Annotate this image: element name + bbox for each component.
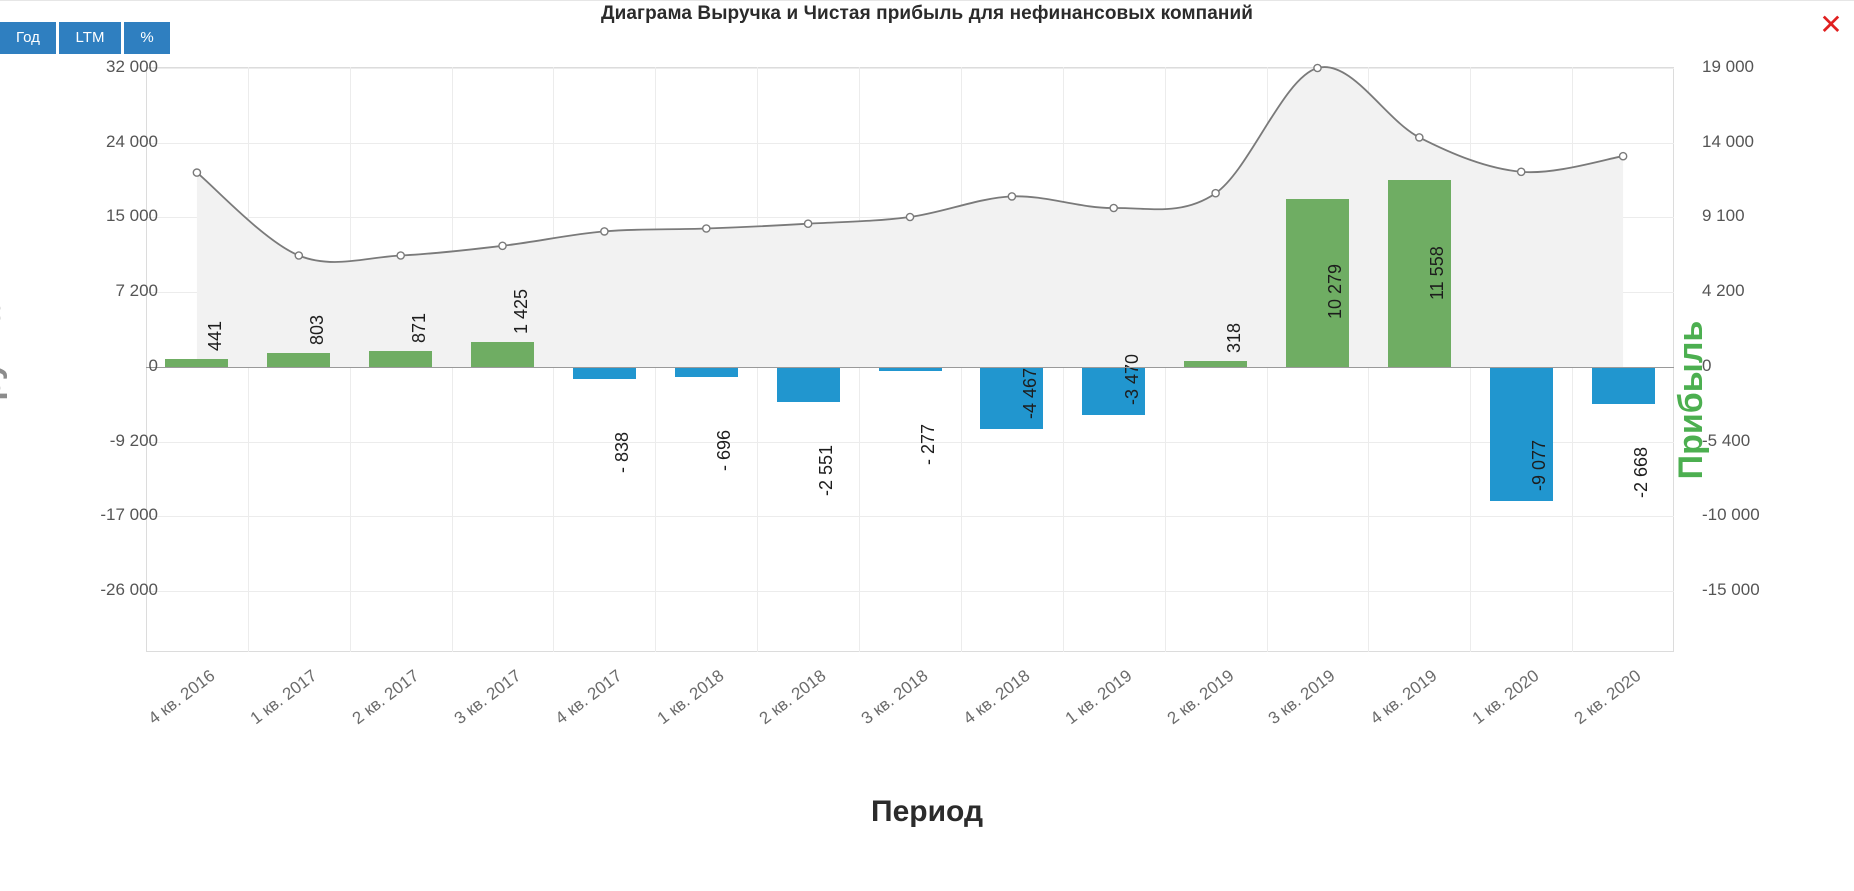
plot-right-border [1673,67,1674,652]
gridline-vertical [1572,67,1573,652]
y-tick-label-secondary: 4 200 [1702,281,1745,300]
revenue-data-point[interactable] [803,219,813,228]
revenue-data-point[interactable] [1415,133,1424,142]
x-axis-label: Период [871,795,983,828]
bar-value-label: - 696 [714,429,734,471]
bar-value-label: -4 467 [1020,367,1040,419]
gridline-vertical [655,67,656,652]
period-toggle-group: Год LTM % [0,22,170,54]
bar[interactable] [777,367,840,402]
tab-ltm[interactable]: LTM [59,22,121,54]
y-tick-label-primary: -26 000 [100,580,158,599]
y-axis-label-secondary: Прибыль [1672,320,1710,480]
bar[interactable] [471,342,534,367]
gridline-vertical [1063,67,1064,652]
gridline-horizontal [146,591,1674,592]
gridline-horizontal [146,442,1674,443]
y-tick-label-secondary: 0 [1702,356,1712,375]
bar[interactable] [165,359,228,367]
bar-value-label: 318 [1224,322,1244,353]
y-tick-label-primary: 32 000 [106,57,158,76]
y-tick-label-secondary: 9 100 [1702,206,1745,225]
gridline-vertical [350,67,351,652]
bar[interactable] [369,351,432,367]
y-tick-label-primary: 15 000 [106,206,158,225]
tab-year[interactable]: Год [0,22,56,54]
y-axis-label-primary: Выручка [0,305,8,455]
chart-window: Диаграма Выручка и Чистая прибыль для не… [0,0,1854,891]
gridline-horizontal [146,68,1674,69]
bar[interactable] [573,367,636,379]
tab-percent[interactable]: % [124,22,170,54]
gridline-vertical [452,67,453,652]
bar-value-label: -2 551 [816,444,836,496]
revenue-data-point[interactable] [294,251,304,260]
gridline-vertical [553,67,554,652]
y-tick-label-secondary: 19 000 [1702,57,1754,76]
revenue-data-point[interactable] [192,168,202,177]
window-top-divider [0,0,1854,1]
revenue-data-point[interactable] [702,224,711,233]
gridline-horizontal [146,143,1674,144]
y-tick-label-secondary: -5 400 [1702,431,1751,450]
revenue-data-point[interactable] [1007,192,1017,201]
revenue-data-point[interactable] [498,241,507,251]
gridline-vertical [757,67,758,652]
bar-value-label: -9 077 [1529,439,1549,491]
revenue-data-point[interactable] [1618,151,1628,161]
y-tick-label-primary: -17 000 [100,505,158,524]
bar-value-label: 441 [205,320,225,351]
gridline-vertical [1165,67,1166,652]
bar-value-label: 803 [307,314,327,345]
revenue-data-point[interactable] [1211,188,1220,198]
gridline-horizontal [146,516,1674,517]
revenue-data-point[interactable] [1109,203,1119,213]
gridline-vertical [1470,67,1471,652]
close-icon[interactable]: ✕ [1818,11,1844,39]
plot-left-border [146,67,147,652]
y-tick-label-primary: 24 000 [106,132,158,151]
gridline-vertical [1368,67,1369,652]
gridline-vertical [248,67,249,652]
bar-value-label: - 838 [612,431,632,473]
page-title: Диаграма Выручка и Чистая прибыль для не… [600,3,1254,24]
bar-value-label: 11 558 [1427,246,1447,300]
y-tick-label-secondary: -10 000 [1702,505,1760,524]
y-tick-label-secondary: -15 000 [1702,580,1760,599]
plot-area: 441 803 871 1 425 - 838 - 696 -2 551 - 277 -4 46… [146,63,1674,652]
bar-value-label: -3 470 [1122,353,1142,405]
bar-value-label: -2 668 [1631,446,1651,498]
bar[interactable] [1592,367,1655,404]
gridline-vertical [961,67,962,652]
gridline-vertical [1267,67,1268,652]
revenue-data-point[interactable] [396,251,405,260]
bar-value-label: 10 279 [1325,263,1345,319]
y-tick-label-primary: 7 200 [115,281,158,300]
bar[interactable] [267,353,330,367]
y-tick-label-secondary: 14 000 [1702,132,1754,151]
y-tick-label-primary: -9 200 [109,431,158,450]
bar-value-label: 1 425 [511,288,531,334]
gridline-vertical [859,67,860,652]
bar[interactable] [675,367,738,377]
axis-zero-line [146,367,1674,368]
plot-bottom-border [146,651,1674,652]
y-tick-label-primary: 0 [148,356,158,375]
bar-value-label: - 277 [918,423,938,465]
revenue-data-point[interactable] [600,227,609,236]
revenue-data-point[interactable] [1516,167,1526,177]
bar-value-label: 871 [409,312,429,343]
